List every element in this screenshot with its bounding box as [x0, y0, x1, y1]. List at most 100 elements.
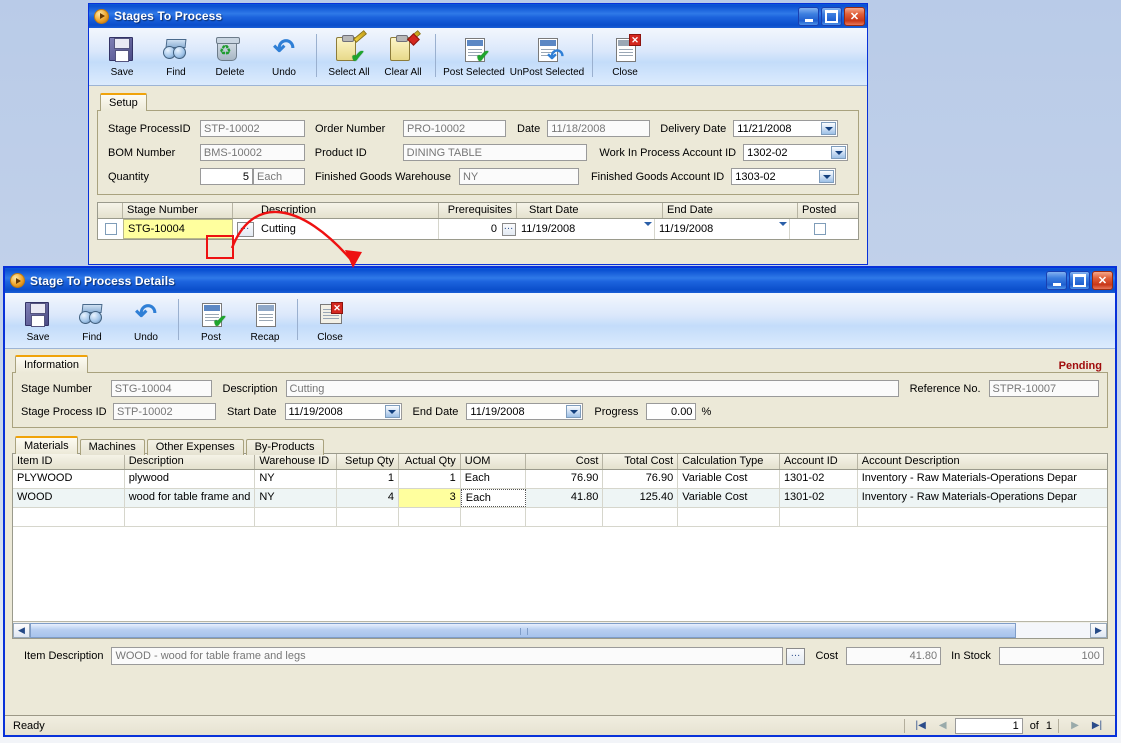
cell-start-date[interactable]: 11/19/2008: [517, 219, 655, 239]
last-record-button[interactable]: ▶|: [1087, 718, 1107, 734]
prerequisites-lookup-button[interactable]: …: [502, 222, 516, 236]
item-description-field[interactable]: WOOD - wood for table frame and legs: [111, 647, 784, 665]
fg-account-combo[interactable]: 1303-02: [731, 168, 837, 185]
maximize-button[interactable]: [821, 6, 842, 26]
cell-uom[interactable]: Each: [460, 489, 526, 507]
first-record-button[interactable]: |◀: [911, 718, 931, 734]
cell-actual-qty[interactable]: 3: [398, 489, 461, 507]
scroll-left-button[interactable]: ◀: [13, 622, 30, 638]
cell-actual-qty[interactable]: 1: [399, 470, 461, 488]
cell-account-description[interactable]: Inventory - Raw Materials-Operations Dep…: [858, 470, 1107, 488]
table-row-empty[interactable]: [13, 508, 1107, 527]
toolbar-close-button[interactable]: ✕ Close: [303, 297, 357, 343]
cell-total-cost[interactable]: 125.40: [603, 489, 679, 507]
stage-number-field[interactable]: STG-10004: [110, 380, 212, 397]
cell-cost[interactable]: 76.90: [526, 470, 604, 488]
toolbar-delete-button[interactable]: Delete: [203, 32, 257, 78]
row-select-checkbox[interactable]: [104, 223, 117, 235]
col-description[interactable]: Description: [125, 454, 256, 469]
col-cost[interactable]: Cost: [526, 454, 604, 469]
cell-warehouse-id[interactable]: NY: [255, 470, 338, 488]
cell-description[interactable]: plywood: [125, 470, 256, 488]
chevron-down-icon[interactable]: [819, 170, 835, 183]
start-date-combo[interactable]: 11/19/2008: [284, 403, 402, 420]
cell-warehouse-id[interactable]: NY: [255, 489, 338, 507]
materials-grid-hscrollbar[interactable]: ◀ ▶: [13, 621, 1107, 638]
stage-number-lookup-button[interactable]: …: [236, 221, 254, 237]
window1-titlebar[interactable]: Stages To Process ✕: [89, 4, 867, 28]
col-warehouse-id[interactable]: Warehouse ID: [255, 454, 338, 469]
tab-setup[interactable]: Setup: [100, 93, 147, 111]
minimize-button[interactable]: [1046, 271, 1067, 290]
window2-titlebar[interactable]: Stage To Process Details ✕: [5, 268, 1115, 293]
quantity-uom-field[interactable]: Each: [253, 168, 305, 185]
cell-account-description[interactable]: Inventory - Raw Materials-Operations Dep…: [858, 489, 1107, 507]
stage-process-id-field[interactable]: STP-10002: [200, 120, 305, 137]
chevron-down-icon[interactable]: [831, 146, 847, 159]
cell-setup-qty[interactable]: 1: [337, 470, 399, 488]
page-number-field[interactable]: 1: [954, 717, 1023, 734]
cell-end-date[interactable]: 11/19/2008: [655, 219, 790, 239]
fg-warehouse-field[interactable]: NY: [458, 168, 579, 185]
toolbar-post-selected-button[interactable]: ✔ Post Selected: [441, 32, 507, 78]
in-stock-field[interactable]: 100: [998, 647, 1104, 665]
cell-setup-qty[interactable]: 4: [337, 489, 399, 507]
toolbar-undo-button[interactable]: ↶ Undo: [257, 32, 311, 78]
toolbar-post-button[interactable]: ✔ Post: [184, 297, 238, 343]
cell-total-cost[interactable]: 76.90: [603, 470, 679, 488]
col-uom[interactable]: UOM: [461, 454, 526, 469]
chevron-down-icon[interactable]: [644, 222, 652, 226]
end-date-combo[interactable]: 11/19/2008: [466, 403, 584, 420]
stage-process-id-field[interactable]: STP-10002: [113, 403, 216, 420]
toolbar-save-button[interactable]: Save: [95, 32, 149, 78]
toolbar-close-button[interactable]: ✕ Close: [598, 32, 652, 78]
col-account-id[interactable]: Account ID: [780, 454, 858, 469]
minimize-button[interactable]: [798, 6, 819, 26]
toolbar-recap-button[interactable]: Recap: [238, 297, 292, 343]
col-item-id[interactable]: Item ID: [13, 454, 125, 469]
item-lookup-button[interactable]: …: [786, 647, 806, 665]
col-setup-qty[interactable]: Setup Qty: [337, 454, 399, 469]
wip-account-combo[interactable]: 1302-02: [743, 144, 849, 161]
close-button[interactable]: ✕: [1092, 271, 1113, 290]
bom-number-field[interactable]: BMS-10002: [199, 144, 305, 161]
cell-item-id[interactable]: WOOD: [13, 489, 125, 507]
toolbar-find-button[interactable]: Find: [65, 297, 119, 343]
cell-calculation-type[interactable]: Variable Cost: [678, 489, 780, 507]
scroll-thumb[interactable]: [30, 622, 1016, 638]
cost-field[interactable]: 41.80: [846, 647, 942, 665]
cell-prerequisites[interactable]: 0: [439, 219, 501, 239]
col-total-cost[interactable]: Total Cost: [603, 454, 679, 469]
table-row[interactable]: PLYWOOD plywood NY 1 1 Each 76.90 76.90 …: [13, 470, 1107, 489]
toolbar-undo-button[interactable]: ↶ Undo: [119, 297, 173, 343]
toolbar-clear-all-button[interactable]: Clear All: [376, 30, 430, 78]
chevron-down-icon[interactable]: [566, 405, 582, 418]
delivery-date-combo[interactable]: 11/21/2008: [733, 120, 839, 137]
cell-calculation-type[interactable]: Variable Cost: [678, 470, 780, 488]
tab-materials[interactable]: Materials: [15, 436, 78, 454]
cell-account-id[interactable]: 1301-02: [780, 489, 858, 507]
scroll-track[interactable]: [30, 622, 1090, 638]
chevron-down-icon[interactable]: [821, 122, 837, 135]
next-record-button[interactable]: ▶: [1065, 718, 1085, 734]
tab-other-expenses[interactable]: Other Expenses: [146, 439, 244, 455]
table-row[interactable]: WOOD wood for table frame and NY 4 3 Eac…: [13, 489, 1107, 508]
col-actual-qty[interactable]: Actual Qty: [399, 454, 461, 469]
tab-machines[interactable]: Machines: [79, 439, 145, 455]
reference-no-field[interactable]: STPR-10007: [988, 380, 1099, 397]
col-account-description[interactable]: Account Description: [858, 454, 1107, 469]
toolbar-find-button[interactable]: Find: [149, 32, 203, 78]
tab-by-products[interactable]: By-Products: [245, 439, 324, 455]
date-field[interactable]: 11/18/2008: [547, 120, 651, 137]
cell-item-id[interactable]: PLYWOOD: [13, 470, 125, 488]
chevron-down-icon[interactable]: [779, 222, 787, 226]
col-calculation-type[interactable]: Calculation Type: [678, 454, 780, 469]
quantity-field[interactable]: 5: [200, 168, 253, 185]
scroll-right-button[interactable]: ▶: [1090, 622, 1107, 638]
previous-record-button[interactable]: ◀: [933, 718, 953, 734]
product-id-field[interactable]: DINING TABLE: [402, 144, 588, 161]
description-field[interactable]: Cutting: [285, 380, 899, 397]
progress-field[interactable]: 0.00: [646, 403, 697, 420]
toolbar-save-button[interactable]: Save: [11, 297, 65, 343]
cell-posted-checkbox[interactable]: [814, 223, 826, 235]
